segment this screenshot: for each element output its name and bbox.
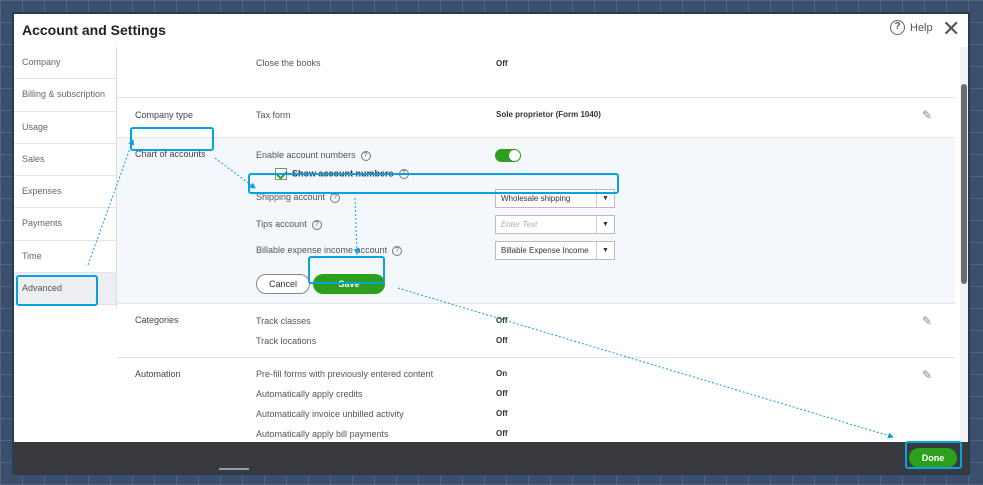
apply-credits-label: Automatically apply credits xyxy=(256,389,363,399)
billable-expense-value: Billable Expense Income xyxy=(501,246,589,255)
tips-account-placeholder: Enter Text xyxy=(501,220,538,229)
tips-account-text: Tips account xyxy=(256,219,307,229)
highlight-chart-of-accounts xyxy=(130,127,214,151)
track-classes-label: Track classes xyxy=(256,316,311,326)
question-icon: ? xyxy=(330,192,341,203)
close-books-row: Close the books Off xyxy=(117,47,955,98)
enable-account-numbers-text: Enable account numbers xyxy=(256,150,356,160)
track-classes-value: Off xyxy=(496,316,508,325)
highlight-save xyxy=(308,256,385,284)
automation-section: Automation xyxy=(135,369,181,379)
help-icon: ? xyxy=(890,20,905,35)
categories-section: Categories xyxy=(135,315,179,325)
sidebar-item-billing[interactable]: Billing & subscription xyxy=(14,79,116,112)
sidebar-item-time[interactable]: Time xyxy=(14,241,116,274)
categories-row[interactable]: Categories Track classes Off Track locat… xyxy=(117,304,955,358)
company-type-row[interactable]: Company type Tax form Sole proprietor (F… xyxy=(117,98,955,138)
settings-content: Close the books Off Company type Tax for… xyxy=(117,47,960,442)
tax-form-value: Sole proprietor (Form 1040) xyxy=(496,110,601,119)
question-icon: ? xyxy=(311,219,322,230)
sidebar-item-sales[interactable]: Sales xyxy=(14,144,116,177)
edit-company-type-icon[interactable]: ✎ xyxy=(922,108,932,122)
highlight-advanced xyxy=(16,275,98,306)
cancel-button[interactable]: Cancel xyxy=(256,274,310,294)
apply-bill-payments-label: Automatically apply bill payments xyxy=(256,429,389,439)
enable-account-numbers-label: Enable account numbers? xyxy=(256,150,371,161)
help-button[interactable]: ? Help xyxy=(890,20,933,35)
chart-of-accounts-row: Chart of accounts Enable account numbers… xyxy=(117,138,955,304)
scrollbar-thumb[interactable] xyxy=(961,84,967,284)
sidebar-item-expenses[interactable]: Expenses xyxy=(14,176,116,209)
company-type-section: Company type xyxy=(135,110,194,120)
page-title: Account and Settings xyxy=(22,22,166,38)
enable-account-numbers-toggle[interactable] xyxy=(495,149,521,162)
track-locations-label: Track locations xyxy=(256,336,317,346)
footer-bar: Done xyxy=(14,442,968,473)
highlight-done xyxy=(905,441,962,469)
tips-account-label: Tips account? xyxy=(256,219,322,230)
settings-sidebar: Company Billing & subscription Usage Sal… xyxy=(14,47,117,309)
close-books-label: Close the books xyxy=(256,58,321,68)
question-icon: ? xyxy=(392,245,403,256)
billable-expense-text: Billable expense income account xyxy=(256,245,388,255)
apply-bill-payments-value: Off xyxy=(496,429,508,438)
prefill-forms-label: Pre-fill forms with previously entered c… xyxy=(256,369,434,379)
sidebar-item-usage[interactable]: Usage xyxy=(14,112,116,144)
edit-automation-icon[interactable]: ✎ xyxy=(922,368,932,382)
question-icon: ? xyxy=(360,150,371,161)
chevron-down-icon[interactable]: ▼ xyxy=(596,216,614,233)
sidebar-item-company[interactable]: Company xyxy=(14,47,116,80)
apply-credits-value: Off xyxy=(496,389,508,398)
track-locations-value: Off xyxy=(496,336,508,345)
chevron-down-icon[interactable]: ▼ xyxy=(596,242,614,259)
sidebar-item-payments[interactable]: Payments xyxy=(14,208,116,241)
invoice-unbilled-value: Off xyxy=(496,409,508,418)
tax-form-label: Tax form xyxy=(256,110,291,120)
billable-expense-select[interactable]: Billable Expense Income ▼ xyxy=(495,241,615,260)
prefill-forms-value: On xyxy=(496,369,508,378)
footer-indicator xyxy=(219,468,249,470)
automation-row[interactable]: Automation Pre-fill forms with previousl… xyxy=(117,358,955,448)
edit-categories-icon[interactable]: ✎ xyxy=(922,314,932,328)
shipping-account-value: Wholesale shipping xyxy=(501,194,571,203)
close-icon[interactable]: ✕ xyxy=(942,16,960,42)
tips-account-select[interactable]: Enter Text ▼ xyxy=(495,215,615,234)
settings-window: Account and Settings ? Help ✕ Company Bi… xyxy=(12,12,970,475)
billable-expense-label: Billable expense income account? xyxy=(256,245,403,256)
help-label: Help xyxy=(910,21,933,34)
highlight-shipping-account xyxy=(248,173,619,194)
invoice-unbilled-label: Automatically invoice unbilled activity xyxy=(256,409,404,419)
close-books-value: Off xyxy=(496,59,508,68)
